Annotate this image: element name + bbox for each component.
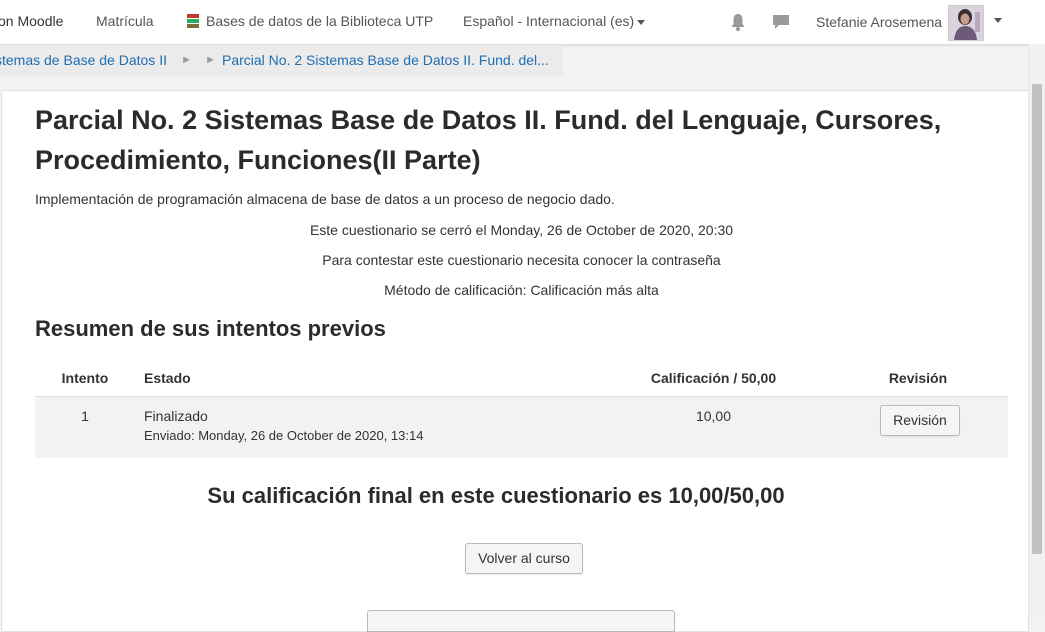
user-menu-chevron-icon[interactable] (994, 18, 1002, 23)
column-header-calificacion: Calificación / 50,00 (650, 370, 777, 386)
quiz-password-notice: Para contestar este cuestionario necesit… (322, 252, 721, 268)
user-name[interactable]: Stefanie Arosemena (816, 14, 942, 30)
back-to-course-button[interactable]: Volver al curso (465, 543, 583, 574)
attempt-number: 1 (81, 408, 89, 424)
bell-icon[interactable] (730, 13, 746, 31)
quiz-closed-notice: Este cuestionario se cerró el Monday, 26… (309, 222, 734, 238)
breadcrumb: stemas de Base de Datos II ► ► Parcial N… (0, 45, 563, 76)
page-scrollbar[interactable] (1028, 44, 1045, 616)
nav-matricula-link[interactable]: Matrícula (96, 13, 154, 29)
partially-visible-button[interactable] (367, 610, 675, 632)
site-brand-link[interactable]: on Moodle (0, 13, 63, 29)
avatar[interactable] (948, 5, 984, 41)
quiz-intro: Implementación de programación almacena … (35, 191, 615, 207)
column-header-estado: Estado (144, 370, 191, 386)
page-title: Parcial No. 2 Sistemas Base de Datos II.… (35, 105, 942, 175)
breadcrumb-separator-icon: ► (205, 54, 216, 66)
nav-bases-datos-link[interactable]: Bases de datos de la Biblioteca UTP (186, 13, 433, 29)
final-grade: Su calificación final en este cuestionar… (207, 483, 785, 508)
attempts-heading: Resumen de sus intentos previos (35, 316, 386, 341)
column-header-revision: Revisión (888, 370, 948, 386)
scrollbar-thumb[interactable] (1032, 84, 1042, 554)
attempt-grade: 10,00 (695, 408, 732, 424)
breadcrumb-separator-icon: ► (181, 54, 192, 66)
avatar-image (949, 6, 983, 40)
column-header-intento: Intento (61, 370, 109, 386)
nav-bases-label: Bases de datos de la Biblioteca UTP (206, 13, 434, 29)
quiz-grading-method: Método de calificación: Calificación más… (384, 282, 659, 298)
table-row: 1 Finalizado Enviado: Monday, 26 de Octo… (35, 396, 1008, 458)
breadcrumb-current-link[interactable]: Parcial No. 2 Sistemas Base de Datos II.… (222, 52, 549, 68)
top-navbar: on Moodle Matrícula Bases de datos de la… (0, 0, 1045, 45)
attempt-submitted: Enviado: Monday, 26 de October de 2020, … (144, 428, 424, 443)
books-icon (187, 14, 199, 28)
review-button[interactable]: Revisión (880, 405, 960, 436)
chat-icon[interactable] (772, 14, 790, 30)
chevron-down-icon (637, 19, 646, 25)
language-label: Español - Internacional (es) (463, 13, 635, 29)
language-menu[interactable]: Español - Internacional (es) (463, 13, 646, 29)
breadcrumb-course-link[interactable]: stemas de Base de Datos II (0, 52, 167, 68)
attempt-state: Finalizado (144, 408, 208, 424)
